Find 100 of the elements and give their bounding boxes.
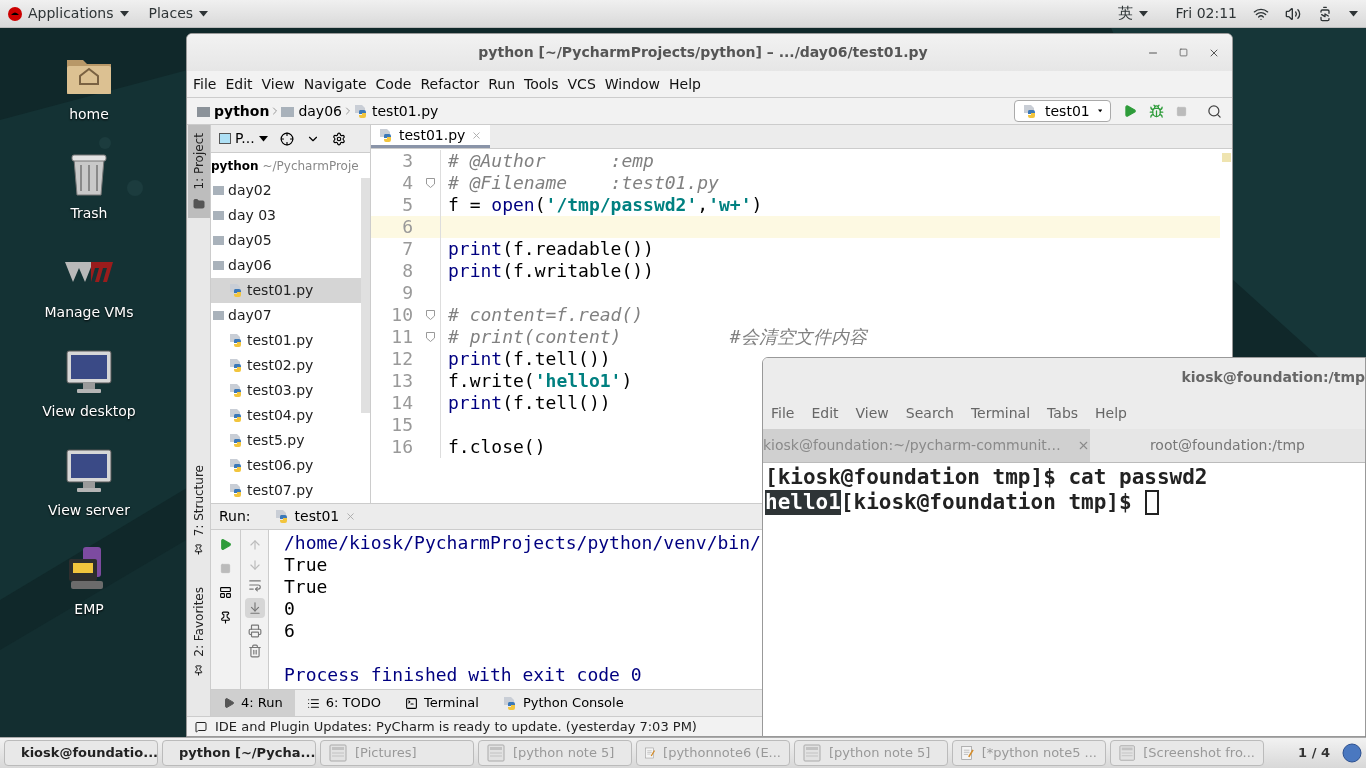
- folder-icon: [213, 310, 224, 321]
- workspace-pager[interactable]: 1 / 4: [1298, 743, 1330, 763]
- desktop-icon-label[interactable]: View desktop: [42, 401, 136, 422]
- soft-wrap-icon[interactable]: [247, 578, 262, 592]
- menu-item[interactable]: View: [855, 402, 889, 424]
- pin-icon[interactable]: [219, 611, 232, 624]
- desktop-icon-label[interactable]: Trash: [70, 203, 108, 224]
- menu-item[interactable]: Run: [488, 73, 516, 95]
- line-number: 15: [390, 414, 414, 436]
- project-root[interactable]: python: [211, 156, 259, 175]
- folder-tree-item[interactable]: day 03: [211, 203, 361, 228]
- event-log-icon[interactable]: [195, 720, 207, 733]
- terminal-tab[interactable]: root@foundation:/tmp: [1089, 429, 1365, 462]
- menu-item[interactable]: Tabs: [1047, 402, 1079, 424]
- clock[interactable]: Fri 02:11: [1175, 3, 1237, 24]
- stop-icon[interactable]: [220, 563, 231, 574]
- menu-item[interactable]: Refactor: [420, 73, 480, 95]
- run-tab[interactable]: test01: [266, 506, 365, 527]
- file-tree-item[interactable]: test03.py: [211, 378, 361, 403]
- input-method-menu[interactable]: 英: [1117, 2, 1148, 25]
- file-tree-item[interactable]: test04.py: [211, 403, 361, 428]
- menu-item[interactable]: Edit: [225, 73, 253, 95]
- menu-item[interactable]: Navigate: [303, 73, 367, 95]
- desktop-icon-label[interactable]: home: [69, 104, 109, 125]
- menu-item[interactable]: File: [771, 402, 795, 424]
- notification-icon[interactable]: [1342, 743, 1362, 763]
- menu-item[interactable]: Code: [375, 73, 412, 95]
- desktop-icon-label[interactable]: EMP: [74, 599, 104, 620]
- taskbar-item[interactable]: kiosk@foundatio...: [4, 740, 158, 766]
- pin-icon: [193, 665, 204, 676]
- document-icon: [961, 743, 974, 763]
- menu-item[interactable]: Edit: [811, 402, 839, 424]
- output-line: Process finished with exit code 0: [284, 664, 643, 686]
- fold-marker-icon[interactable]: [426, 332, 435, 342]
- trash-icon[interactable]: [247, 644, 262, 658]
- layout-icon[interactable]: [219, 586, 232, 599]
- folder-tree-item[interactable]: day05: [211, 228, 361, 253]
- stop-icon[interactable]: [1176, 105, 1187, 117]
- code-text: f.write('hello1'): [448, 370, 633, 392]
- python-file-icon: [229, 483, 243, 498]
- file-tree-item[interactable]: test5.py: [211, 428, 361, 453]
- file-tree-item[interactable]: test02.py: [211, 353, 361, 378]
- fold-marker-icon[interactable]: [426, 310, 435, 320]
- code-text: f.close(): [448, 436, 546, 458]
- desktop-icon-label[interactable]: View server: [48, 500, 130, 521]
- folder-tree-item[interactable]: day07: [211, 303, 361, 328]
- volume-icon[interactable]: [1285, 5, 1301, 22]
- folder-tree-item[interactable]: day06: [211, 253, 361, 278]
- battery-icon[interactable]: [1317, 5, 1333, 22]
- breadcrumb[interactable]: python: [197, 100, 270, 122]
- search-icon[interactable]: [1207, 103, 1222, 119]
- panel-menu[interactable]: Applications: [8, 3, 129, 24]
- print-icon[interactable]: [247, 624, 262, 638]
- debug-icon[interactable]: [1149, 103, 1164, 119]
- scrollbar[interactable]: [361, 178, 370, 413]
- menu-item[interactable]: Search: [905, 402, 954, 424]
- side-tool-tab[interactable]: 1: Project: [187, 125, 210, 218]
- menu-item[interactable]: View: [261, 73, 295, 95]
- menu-item[interactable]: Help: [1095, 402, 1127, 424]
- run-configuration-dropdown[interactable]: test01: [1014, 100, 1111, 122]
- breadcrumb[interactable]: day06: [281, 100, 342, 122]
- settings-icon[interactable]: [331, 131, 346, 146]
- scroll-to-end-toggle[interactable]: [244, 598, 265, 618]
- run-icon[interactable]: [1123, 104, 1137, 118]
- output-line: 0: [284, 598, 296, 620]
- python-file-icon: [379, 127, 393, 143]
- rerun-icon[interactable]: [219, 538, 232, 551]
- file-tree-item[interactable]: test01.py: [211, 328, 361, 353]
- terminal-text: [kiosk@foundation tmp]$ cat passwd2: [765, 465, 1208, 490]
- menu-item[interactable]: Terminal: [970, 402, 1031, 424]
- tool-window-tab[interactable]: Terminal: [392, 690, 491, 716]
- line-number: 8: [401, 260, 414, 282]
- file-tree-item[interactable]: test06.py: [211, 453, 361, 478]
- menu-item[interactable]: Tools: [524, 73, 559, 95]
- menu-item[interactable]: Window: [604, 73, 660, 95]
- fold-marker-icon[interactable]: [426, 178, 435, 188]
- file-tree-item[interactable]: test01.py: [211, 278, 361, 303]
- menu-item[interactable]: Help: [669, 73, 701, 95]
- tool-window-tab[interactable]: 6: TODO: [294, 690, 393, 716]
- window-icon: [329, 744, 347, 762]
- maximize-icon[interactable]: [1179, 48, 1188, 57]
- breadcrumb[interactable]: test01.py: [354, 100, 439, 122]
- panel-menu[interactable]: Places: [148, 3, 209, 24]
- locate-icon[interactable]: [279, 131, 294, 146]
- status-message[interactable]: IDE and Plugin Updates: PyCharm is ready to update. (yesterday 7:03 PM): [215, 716, 697, 736]
- tool-window-tab[interactable]: 4: Run: [211, 690, 295, 716]
- arrow-up-icon[interactable]: [247, 538, 262, 552]
- tool-window-tab[interactable]: Python Console: [490, 690, 636, 716]
- file-tree-item[interactable]: test07.py: [211, 478, 361, 503]
- taskbar-item[interactable]: python [~/Pycha...: [162, 740, 316, 766]
- arrow-down-icon[interactable]: [247, 558, 262, 572]
- side-tool-tab[interactable]: 2: Favorites: [187, 579, 210, 684]
- side-tool-tab[interactable]: 7: Structure: [187, 456, 210, 564]
- menu-item[interactable]: File: [193, 73, 217, 95]
- python-file-icon: [229, 433, 243, 448]
- editor-tab[interactable]: test01.py: [371, 125, 491, 148]
- folder-icon: [281, 105, 295, 117]
- menu-item[interactable]: VCS: [567, 73, 596, 95]
- folder-tree-item[interactable]: day02: [211, 178, 361, 203]
- desktop-icon-label[interactable]: Manage VMs: [44, 302, 134, 323]
